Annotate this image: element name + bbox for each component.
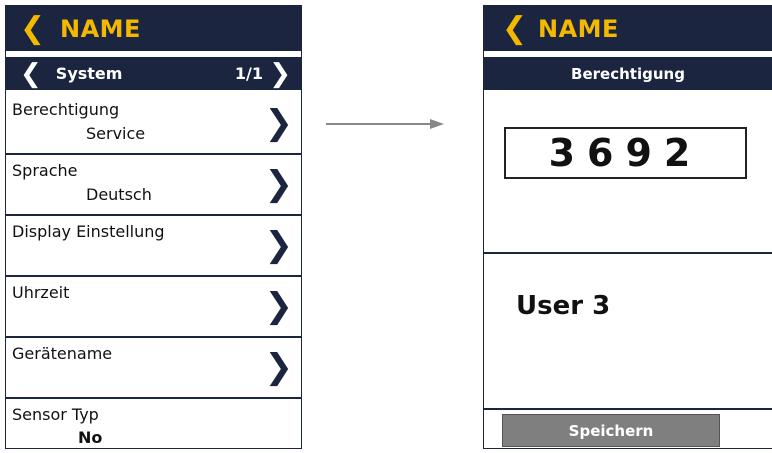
subheader-label: Berechtigung — [571, 64, 685, 83]
chevron-right-icon: ❯ — [264, 103, 294, 143]
menu-item-value: Service — [86, 124, 146, 143]
header-bar: ❮ NAME — [484, 6, 772, 51]
system-menu-screen: ❮ NAME ❮ System 1/1 ❯ Berechtigung Servi… — [5, 5, 302, 449]
menu-item-label: Gerätename — [12, 344, 113, 363]
menu-item-geraetename[interactable]: Gerätename ❯ — [6, 340, 301, 399]
subheader-label: System — [55, 64, 123, 83]
menu-item-label: Berechtigung — [12, 100, 120, 119]
menu-item-label: Sensor Typ — [12, 405, 99, 424]
divider — [484, 252, 772, 254]
header-bar: ❮ NAME — [6, 6, 301, 51]
save-button[interactable]: Speichern — [502, 414, 720, 447]
chevron-right-icon: ❯ — [264, 347, 294, 387]
back-chevron-icon[interactable]: ❮ — [502, 13, 527, 44]
menu-item-sensor-typ[interactable]: Sensor Typ No — [6, 401, 301, 449]
menu-item-label: Sprache — [12, 161, 78, 180]
chevron-right-icon: ❯ — [264, 286, 294, 326]
subheader-bar: ❮ System 1/1 ❯ — [6, 57, 301, 90]
user-level-label: User 3 — [516, 291, 611, 321]
menu-item-value: No — [78, 428, 103, 447]
arrow-right-icon — [326, 119, 444, 129]
next-page-chevron-icon[interactable]: ❯ — [269, 61, 291, 87]
page-indicator: 1/1 — [234, 64, 263, 83]
menu-item-label: Display Einstellung — [12, 222, 165, 241]
menu-item-berechtigung[interactable]: Berechtigung Service ❯ — [6, 96, 301, 155]
menu-item-label: Uhrzeit — [12, 283, 70, 302]
chevron-right-icon: ❯ — [264, 225, 294, 265]
header-title: NAME — [538, 14, 619, 43]
permission-screen: ❮ NAME Berechtigung 3692 User 3 Speicher… — [483, 5, 772, 449]
subheader-bar: Berechtigung — [484, 57, 772, 90]
header-title: NAME — [60, 14, 141, 43]
divider — [484, 408, 772, 410]
back-chevron-icon[interactable]: ❮ — [20, 13, 45, 44]
pin-input[interactable]: 3692 — [504, 127, 747, 179]
menu-item-uhrzeit[interactable]: Uhrzeit ❯ — [6, 279, 301, 338]
menu-item-value: Deutsch — [86, 185, 152, 204]
chevron-right-icon: ❯ — [264, 164, 294, 204]
menu-item-display-einstellung[interactable]: Display Einstellung ❯ — [6, 218, 301, 277]
menu-item-sprache[interactable]: Sprache Deutsch ❯ — [6, 157, 301, 216]
prev-page-chevron-icon[interactable]: ❮ — [20, 61, 42, 87]
